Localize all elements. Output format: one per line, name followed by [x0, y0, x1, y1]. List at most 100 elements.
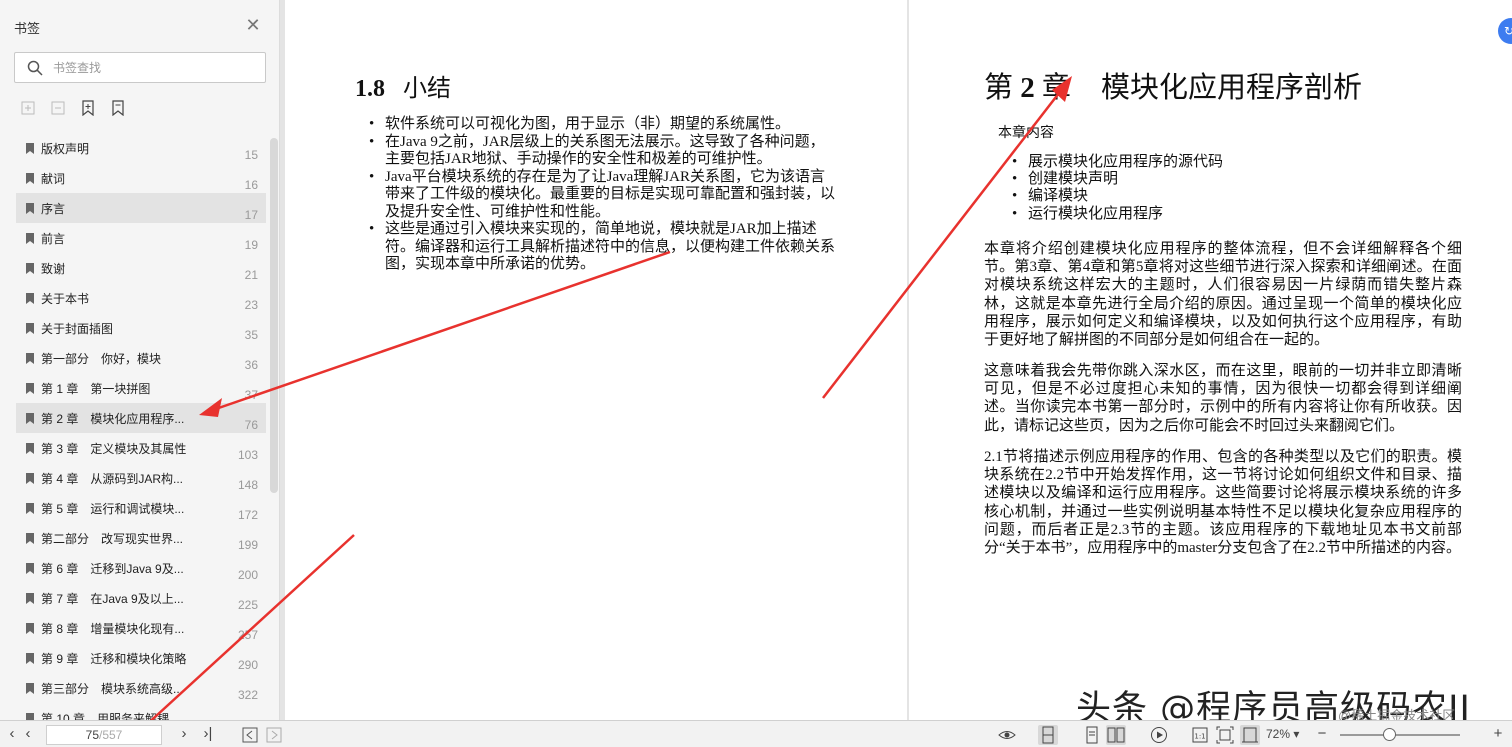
section-title: 小结	[403, 76, 451, 102]
eye-protection-icon[interactable]	[997, 725, 1017, 745]
bookmark-search-box[interactable]	[14, 52, 266, 83]
bookmark-page: 148	[237, 478, 258, 492]
collapse-all-icon[interactable]	[48, 98, 68, 118]
sidebar-title: 书签	[14, 21, 41, 36]
bookmark-page: 290	[237, 658, 258, 672]
bookmark-page: 17	[244, 208, 258, 222]
list-item: 编译模块	[1012, 188, 1223, 205]
actual-size-icon[interactable]: 1:1	[1190, 725, 1210, 745]
bookmark-item[interactable]: 第 9 章 迁移和模块化策略 290	[16, 643, 266, 673]
bookmark-icon	[26, 622, 34, 634]
bookmark-item[interactable]: 第 10 章 用服务来解耦	[16, 703, 266, 720]
bookmark-item[interactable]: 第 1 章 第一块拼图 37	[16, 373, 266, 403]
chapter-number: 2	[1020, 72, 1035, 104]
bookmark-icon[interactable]	[108, 98, 128, 118]
fit-page-icon[interactable]	[1215, 725, 1235, 745]
fit-width-icon[interactable]	[1240, 725, 1260, 745]
bookmark-page: 35	[244, 328, 258, 342]
add-bookmark-icon[interactable]	[78, 98, 98, 118]
bookmark-title: 第 8 章 增量模块化现有...	[41, 621, 185, 636]
bookmark-icon	[26, 562, 34, 574]
zoom-slider-handle[interactable]	[1383, 728, 1396, 741]
bookmark-item[interactable]: 第 3 章 定义模块及其属性 103	[16, 433, 266, 463]
sidebar-scrollbar[interactable]	[270, 138, 278, 493]
bookmark-search-input[interactable]	[53, 57, 253, 79]
zoom-in-icon[interactable]: +	[1488, 724, 1508, 744]
bookmark-item[interactable]: 第 7 章 在Java 9及以上... 225	[16, 583, 266, 613]
bookmark-item[interactable]: 版权声明 15	[16, 133, 266, 163]
next-page-icon[interactable]: ›	[174, 724, 194, 744]
list-item: 创建模块声明	[1012, 171, 1223, 188]
bookmark-page: 322	[237, 688, 258, 702]
bookmark-item[interactable]: 关于本书 23	[16, 283, 266, 313]
list-item: Java平台模块系统的存在是为了让Java理解JAR关系图，它为该语言带来了工件…	[369, 169, 839, 222]
bookmark-icon	[26, 652, 34, 664]
zoom-out-icon[interactable]: −	[1312, 724, 1332, 744]
back-icon[interactable]	[240, 725, 260, 745]
bookmark-title: 第 7 章 在Java 9及以上...	[41, 591, 184, 606]
page-number-input[interactable]: 75/557	[46, 725, 162, 745]
bookmark-page: 21	[244, 268, 258, 282]
bookmark-icon	[26, 292, 34, 304]
bookmark-item[interactable]: 关于封面插图 35	[16, 313, 266, 343]
bookmark-item[interactable]: 第 5 章 运行和调试模块... 172	[16, 493, 266, 523]
bookmark-item[interactable]: 序言 17	[16, 193, 266, 223]
bookmark-page: 200	[237, 568, 258, 582]
paragraph: 本章将介绍创建模块化应用程序的整体流程，但不会详细解释各个细节。第3章、第4章和…	[984, 241, 1462, 349]
current-page: 75	[85, 728, 99, 742]
bookmark-icon	[26, 592, 34, 604]
bookmark-item[interactable]: 第二部分 改写现实世界... 199	[16, 523, 266, 553]
chapter-contents-list: 展示模块化应用程序的源代码 创建模块声明 编译模块 运行模块化应用程序	[1012, 154, 1223, 223]
paragraph: 2.1节将描述示例应用程序的作用、包含的各种类型以及它们的职责。模块系统在2.2…	[984, 449, 1462, 557]
bookmark-page: 225	[237, 598, 258, 612]
section-number: 1.8	[355, 76, 385, 102]
single-page-icon[interactable]	[1082, 725, 1102, 745]
two-page-icon[interactable]	[1106, 725, 1126, 745]
zoom-slider[interactable]	[1340, 734, 1460, 736]
last-page-icon[interactable]: ›|	[198, 724, 218, 744]
bookmark-item[interactable]: 第一部分 你好，模块 36	[16, 343, 266, 373]
bookmark-item[interactable]: 第 4 章 从源码到JAR构... 148	[16, 463, 266, 493]
bookmark-page: 199	[237, 538, 258, 552]
bookmark-icon	[26, 532, 34, 544]
contents-heading: 本章内容	[998, 126, 1054, 141]
document-viewer: 1.8 小结 软件系统可以可视化为图，用于显示（非）期望的系统属性。 在Java …	[281, 0, 1512, 720]
bookmark-toolbar	[18, 98, 128, 118]
bookmark-title: 致谢	[41, 261, 66, 276]
list-item: 运行模块化应用程序	[1012, 206, 1223, 223]
previous-page-icon[interactable]: ‹	[18, 724, 38, 744]
play-icon[interactable]	[1149, 725, 1169, 745]
list-item: 在Java 9之前，JAR层级上的关系图无法展示。这导致了各种问题，主要包括JA…	[369, 134, 839, 169]
bookmark-icon	[26, 442, 34, 454]
bookmark-list: 版权声明 15 献词 16 序言 17 前言 19 致谢 21 关于本书 23 关于封面插图…	[16, 133, 266, 720]
bookmark-title: 第 4 章 从源码到JAR构...	[41, 471, 184, 486]
chapter-heading: 第 2 章模块化应用程序剖析	[984, 64, 1362, 106]
continuous-view-icon[interactable]	[1038, 725, 1058, 745]
search-icon	[27, 60, 43, 76]
bookmark-icon	[26, 262, 34, 274]
close-icon[interactable]: ✕	[244, 16, 262, 34]
bookmark-item[interactable]: 前言 19	[16, 223, 266, 253]
bookmark-item[interactable]: 致谢 21	[16, 253, 266, 283]
bookmark-icon	[26, 712, 34, 720]
bookmark-title: 第二部分 改写现实世界...	[41, 531, 184, 546]
bookmark-page: 23	[244, 298, 258, 312]
forward-icon[interactable]	[264, 725, 284, 745]
bookmark-title: 关于本书	[41, 291, 90, 306]
expand-all-icon[interactable]	[18, 98, 38, 118]
bookmark-title: 第 10 章 用服务来解耦	[41, 711, 170, 721]
bookmark-title: 第 5 章 运行和调试模块...	[41, 501, 185, 516]
bookmark-item[interactable]: 第 6 章 迁移到Java 9及... 200	[16, 553, 266, 583]
zoom-level[interactable]: 72% ▾	[1266, 727, 1299, 741]
bookmark-page: 36	[244, 358, 258, 372]
bookmark-item[interactable]: 第 8 章 增量模块化现有... 257	[16, 613, 266, 643]
bookmark-page: 257	[237, 628, 258, 642]
bookmark-item-selected[interactable]: 第 2 章 模块化应用程序... 76	[16, 403, 266, 433]
list-item: 软件系统可以可视化为图，用于显示（非）期望的系统属性。	[369, 116, 839, 134]
bookmark-icon	[26, 232, 34, 244]
bookmark-item[interactable]: 献词 16	[16, 163, 266, 193]
bookmark-item[interactable]: 第三部分 模块系统高级... 322	[16, 673, 266, 703]
bookmark-icon	[26, 322, 34, 334]
bookmark-title: 献词	[41, 171, 66, 186]
page-right: 第 2 章模块化应用程序剖析 本章内容 展示模块化应用程序的源代码 创建模块声明…	[909, 0, 1512, 720]
